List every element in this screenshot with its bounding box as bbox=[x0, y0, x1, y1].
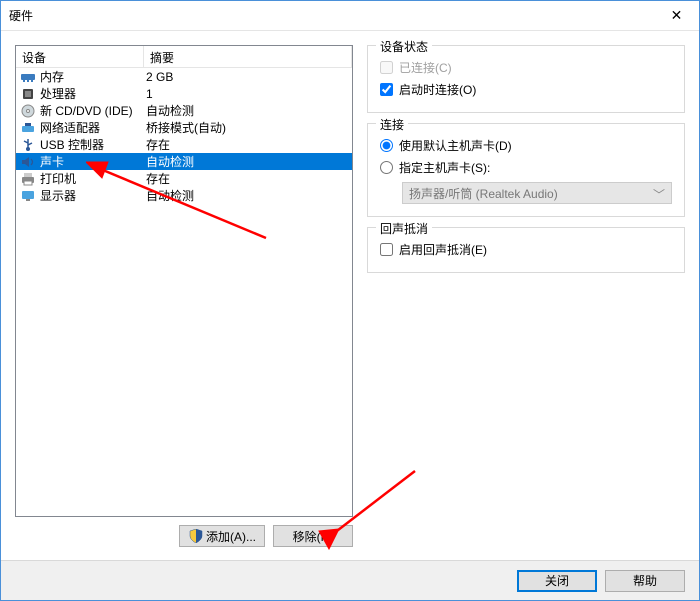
titlebar: 硬件 ✕ bbox=[1, 1, 699, 31]
content-area: 设备 摘要 内存2 GB处理器1新 CD/DVD (IDE)自动检测网络适配器桥… bbox=[1, 31, 699, 561]
device-name: 打印机 bbox=[40, 170, 76, 187]
specify-label: 指定主机声卡(S): bbox=[399, 159, 490, 176]
connect-poweron-label: 启动时连接(O) bbox=[399, 81, 476, 98]
remove-button-label: 移除(R) bbox=[293, 528, 334, 545]
bottom-bar: 关闭 帮助 bbox=[1, 560, 699, 600]
device-summary: 自动检测 bbox=[144, 153, 352, 170]
help-button-label: 帮助 bbox=[633, 572, 657, 589]
device-summary: 自动检测 bbox=[144, 102, 352, 119]
column-header-device[interactable]: 设备 bbox=[16, 46, 144, 68]
right-panel: 设备状态 已连接(C) 启动时连接(O) 连接 使用默认主机声卡(D) 指定主机… bbox=[367, 45, 685, 547]
sound-icon bbox=[20, 154, 36, 170]
enable-echo-checkbox[interactable] bbox=[380, 243, 393, 256]
device-summary: 2 GB bbox=[144, 70, 352, 84]
device-summary: 存在 bbox=[144, 136, 352, 153]
device-summary: 自动检测 bbox=[144, 187, 352, 204]
close-icon[interactable]: ✕ bbox=[654, 1, 699, 31]
shield-icon bbox=[188, 528, 204, 544]
device-name: 网络适配器 bbox=[40, 119, 100, 136]
add-button[interactable]: 添加(A)... bbox=[179, 525, 265, 547]
close-button[interactable]: 关闭 bbox=[517, 570, 597, 592]
specify-radio[interactable] bbox=[380, 161, 393, 174]
help-button[interactable]: 帮助 bbox=[605, 570, 685, 592]
memory-icon bbox=[20, 69, 36, 85]
echo-group-title: 回声抵消 bbox=[376, 220, 432, 237]
table-row[interactable]: 网络适配器 桥接模式(自动) bbox=[16, 119, 352, 136]
close-button-label: 关闭 bbox=[545, 572, 569, 589]
connection-group: 连接 使用默认主机声卡(D) 指定主机声卡(S): 扬声器/听筒 (Realte… bbox=[367, 123, 685, 217]
device-name: 显示器 bbox=[40, 187, 76, 204]
table-row[interactable]: USB 控制器 存在 bbox=[16, 136, 352, 153]
table-row[interactable]: 声卡 自动检测 bbox=[16, 153, 352, 170]
connected-checkbox bbox=[380, 61, 393, 74]
left-panel: 设备 摘要 内存2 GB处理器1新 CD/DVD (IDE)自动检测网络适配器桥… bbox=[15, 45, 353, 547]
table-row[interactable]: 新 CD/DVD (IDE) 自动检测 bbox=[16, 102, 352, 119]
device-status-group: 设备状态 已连接(C) 启动时连接(O) bbox=[367, 45, 685, 113]
network-icon bbox=[20, 120, 36, 136]
device-list[interactable]: 设备 摘要 内存2 GB处理器1新 CD/DVD (IDE)自动检测网络适配器桥… bbox=[15, 45, 353, 517]
enable-echo-label: 启用回声抵消(E) bbox=[399, 241, 487, 258]
device-summary: 桥接模式(自动) bbox=[144, 119, 352, 136]
column-header-summary[interactable]: 摘要 bbox=[144, 46, 352, 68]
device-name: 处理器 bbox=[40, 85, 76, 102]
remove-button[interactable]: 移除(R) bbox=[273, 525, 353, 547]
host-soundcard-value: 扬声器/听筒 (Realtek Audio) bbox=[409, 185, 558, 202]
left-buttons: 添加(A)... 移除(R) bbox=[15, 517, 353, 547]
table-row[interactable]: 显示器 自动检测 bbox=[16, 187, 352, 204]
specify-row[interactable]: 指定主机声卡(S): bbox=[380, 156, 672, 178]
device-summary: 1 bbox=[144, 87, 352, 101]
cpu-icon bbox=[20, 86, 36, 102]
device-name: 声卡 bbox=[40, 153, 64, 170]
display-icon bbox=[20, 188, 36, 204]
use-default-row[interactable]: 使用默认主机声卡(D) bbox=[380, 134, 672, 156]
table-row[interactable]: 处理器 1 bbox=[16, 85, 352, 102]
window-title: 硬件 bbox=[9, 7, 654, 24]
connect-poweron-row[interactable]: 启动时连接(O) bbox=[380, 78, 672, 100]
usb-icon bbox=[20, 137, 36, 153]
echo-group: 回声抵消 启用回声抵消(E) bbox=[367, 227, 685, 273]
connect-poweron-checkbox[interactable] bbox=[380, 83, 393, 96]
list-header: 设备 摘要 bbox=[16, 46, 352, 68]
device-name: 内存 bbox=[40, 68, 64, 85]
host-soundcard-combo: 扬声器/听筒 (Realtek Audio) ﹀ bbox=[402, 182, 672, 204]
table-row[interactable]: 打印机 存在 bbox=[16, 170, 352, 187]
connected-label: 已连接(C) bbox=[399, 59, 452, 76]
device-name: 新 CD/DVD (IDE) bbox=[40, 102, 133, 119]
device-summary: 存在 bbox=[144, 170, 352, 187]
table-row[interactable]: 内存 2 GB bbox=[16, 68, 352, 85]
connection-group-title: 连接 bbox=[376, 116, 408, 133]
use-default-radio[interactable] bbox=[380, 139, 393, 152]
add-button-label: 添加(A)... bbox=[206, 528, 256, 545]
cd-icon bbox=[20, 103, 36, 119]
device-status-title: 设备状态 bbox=[376, 38, 432, 55]
printer-icon bbox=[20, 171, 36, 187]
enable-echo-row[interactable]: 启用回声抵消(E) bbox=[380, 238, 672, 260]
connected-checkbox-row: 已连接(C) bbox=[380, 56, 672, 78]
use-default-label: 使用默认主机声卡(D) bbox=[399, 137, 512, 154]
device-name: USB 控制器 bbox=[40, 136, 104, 153]
chevron-down-icon: ﹀ bbox=[653, 186, 665, 203]
